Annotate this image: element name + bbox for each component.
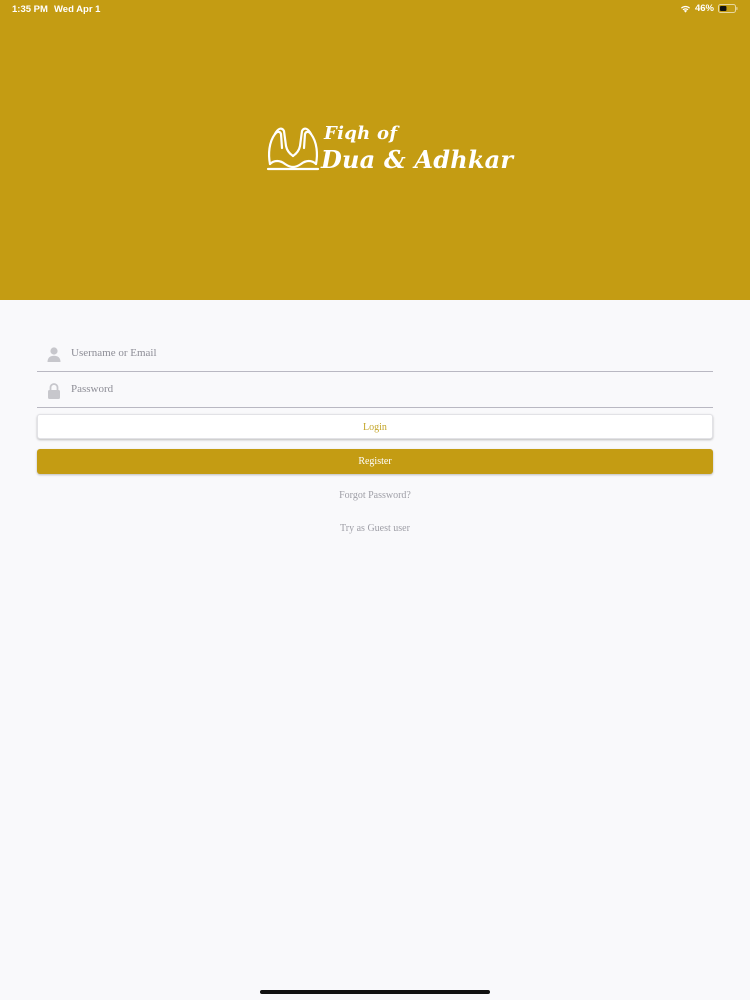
- status-right: 46%: [680, 3, 738, 14]
- forgot-password-link[interactable]: Forgot Password?: [37, 490, 713, 501]
- header-banner: 1:35 PM Wed Apr 1 46% Fiqh of Dua & Adhk…: [0, 0, 750, 300]
- login-button[interactable]: Login: [37, 414, 713, 439]
- status-date: Wed Apr 1: [54, 4, 101, 15]
- battery-fill: [720, 6, 727, 11]
- password-field-row: [37, 371, 713, 408]
- logo-title-line2: Dua & Adhkar: [321, 145, 514, 174]
- battery-icon: [718, 4, 738, 13]
- status-time: 1:35 PM: [12, 4, 48, 15]
- battery-percent: 46%: [694, 3, 714, 14]
- lock-icon: [48, 383, 60, 399]
- praying-hands-icon: [266, 127, 320, 171]
- wifi-icon: [680, 5, 690, 13]
- login-form: Login Register Forgot Password? Try as G…: [37, 335, 713, 534]
- logo-title-line1: Fiqh of: [324, 123, 398, 144]
- username-input[interactable]: [71, 343, 691, 363]
- home-indicator[interactable]: [260, 990, 490, 994]
- password-input[interactable]: [71, 379, 691, 399]
- user-icon: [47, 347, 61, 362]
- guest-user-link[interactable]: Try as Guest user: [37, 523, 713, 534]
- status-bar: 1:35 PM Wed Apr 1 46%: [0, 0, 750, 20]
- register-button[interactable]: Register: [37, 449, 713, 474]
- username-field-row: [37, 335, 713, 372]
- app-logo: Fiqh of Dua & Adhkar: [266, 123, 513, 176]
- login-screen: 1:35 PM Wed Apr 1 46% Fiqh of Dua & Adhk…: [0, 0, 750, 1000]
